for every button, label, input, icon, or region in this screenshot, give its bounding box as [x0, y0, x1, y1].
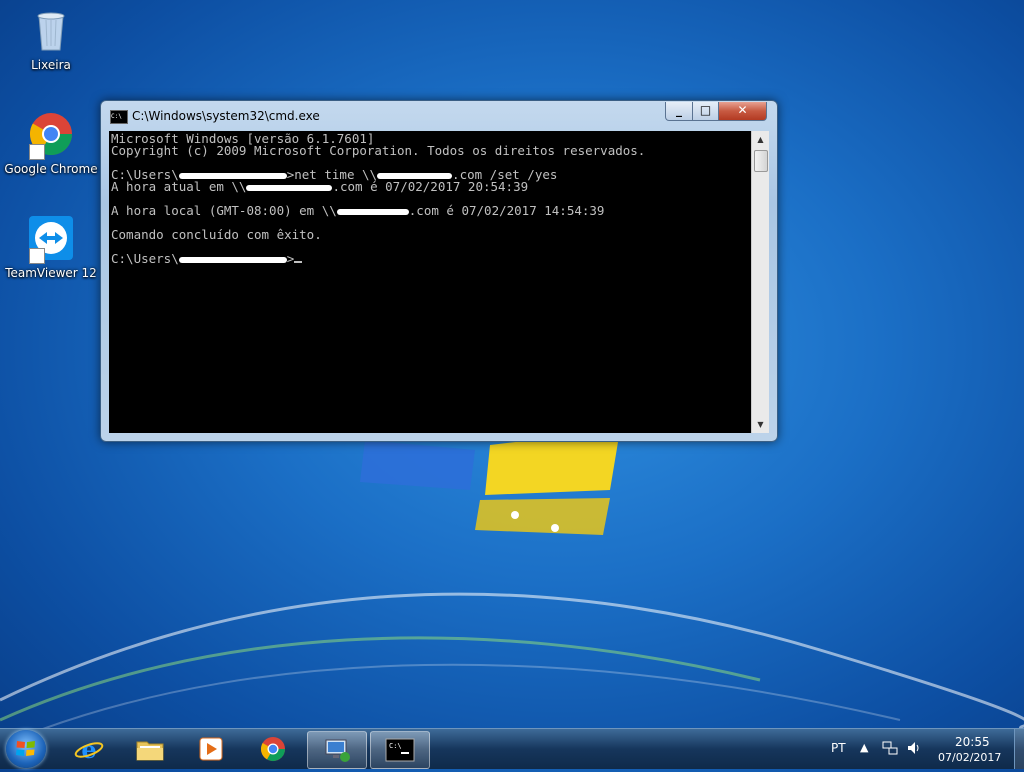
scroll-down-arrow-icon[interactable]: ▼	[752, 416, 769, 433]
language-indicator[interactable]: PT	[831, 741, 846, 755]
console-text: >	[286, 251, 295, 266]
desktop-icon-label: Google Chrome	[4, 162, 98, 176]
redaction-mask	[246, 184, 333, 191]
desktop-icon-label: Lixeira	[31, 58, 71, 72]
desktop-icon-recycle-bin[interactable]: Lixeira	[3, 6, 99, 72]
cmd-window[interactable]: C:\ C:\Windows\system32\cmd.exe _ □ ✕ Mi…	[100, 100, 778, 442]
console-line: Copyright (c) 2009 Microsoft Corporation…	[111, 143, 646, 158]
start-button[interactable]	[6, 730, 46, 768]
console-line: A hora atual em \\ .com é 07/02/2017 20:5…	[111, 179, 751, 194]
scroll-thumb[interactable]	[754, 150, 768, 172]
console-text: A hora atual em \\	[111, 179, 247, 194]
taskbar: e C:\ PT ▲ 20:55 07/02/2017	[0, 728, 1024, 769]
redaction-mask	[178, 172, 287, 179]
cmd-icon: C:\	[385, 738, 415, 762]
console-prompt-line: C:\Users\ >	[111, 251, 751, 266]
console-text: C:\Users\	[111, 251, 179, 266]
show-hidden-icons-icon[interactable]: ▲	[860, 741, 868, 754]
cmd-icon: C:\	[110, 110, 128, 124]
window-title: C:\Windows\system32\cmd.exe	[132, 109, 320, 123]
svg-text:e: e	[81, 736, 96, 762]
chrome-icon	[27, 110, 75, 160]
console-text: .com é 07/02/2017 20:54:39	[332, 179, 529, 194]
console-text: A hora local (GMT-08:00) em \\	[111, 203, 337, 218]
show-desktop-button[interactable]	[1014, 729, 1024, 769]
teamviewer-icon	[27, 214, 75, 264]
text-cursor	[294, 261, 303, 263]
console-line: Comando concluído com êxito.	[111, 227, 322, 242]
taskbar-windows-explorer[interactable]	[121, 731, 179, 767]
desktop-icon-teamviewer[interactable]: TeamViewer 12	[3, 214, 99, 280]
taskbar-media-player[interactable]	[182, 731, 240, 767]
close-icon: ✕	[737, 103, 748, 117]
taskbar-cmd[interactable]: C:\	[370, 731, 430, 769]
wallpaper-swoosh	[0, 592, 1024, 730]
redaction-mask	[336, 208, 409, 215]
minimize-icon: _	[676, 103, 682, 117]
clock-time[interactable]: 20:55	[955, 735, 990, 749]
shortcut-arrow-icon	[29, 248, 45, 264]
title-bar[interactable]: C:\ C:\Windows\system32\cmd.exe _ □ ✕	[101, 101, 777, 131]
maximize-icon: □	[699, 103, 712, 117]
media-player-icon	[199, 737, 223, 761]
remote-desktop-icon	[325, 739, 350, 762]
internet-explorer-icon: e	[74, 736, 104, 762]
recycle-bin-icon	[27, 6, 75, 54]
svg-text:C:\: C:\	[389, 742, 402, 750]
desktop-icon-chrome[interactable]: Google Chrome	[3, 110, 99, 176]
volume-icon[interactable]	[906, 740, 922, 759]
console-output[interactable]: Microsoft Windows [versão 6.1.7601] Copy…	[109, 131, 751, 433]
redaction-mask	[377, 172, 453, 179]
desktop-icon-label: TeamViewer 12	[5, 266, 97, 280]
shortcut-arrow-icon	[29, 144, 45, 160]
console-text: .com é 07/02/2017 14:54:39	[408, 203, 605, 218]
chrome-icon	[260, 737, 285, 762]
console-line: A hora local (GMT-08:00) em \\ .com é 07/…	[111, 203, 751, 218]
maximize-button[interactable]: □	[692, 102, 719, 121]
taskbar-chrome[interactable]	[244, 731, 302, 767]
scroll-up-arrow-icon[interactable]: ▲	[752, 131, 769, 148]
network-icon[interactable]	[882, 740, 898, 759]
vertical-scrollbar[interactable]: ▲ ▼	[751, 131, 769, 433]
redaction-mask	[178, 256, 287, 263]
taskbar-remote-desktop[interactable]	[307, 731, 367, 769]
windows-start-icon	[16, 741, 35, 756]
minimize-button[interactable]: _	[665, 102, 693, 121]
taskbar-internet-explorer[interactable]: e	[60, 731, 118, 767]
close-button[interactable]: ✕	[718, 102, 767, 121]
clock-date[interactable]: 07/02/2017	[938, 751, 1001, 764]
folder-icon	[136, 741, 164, 761]
